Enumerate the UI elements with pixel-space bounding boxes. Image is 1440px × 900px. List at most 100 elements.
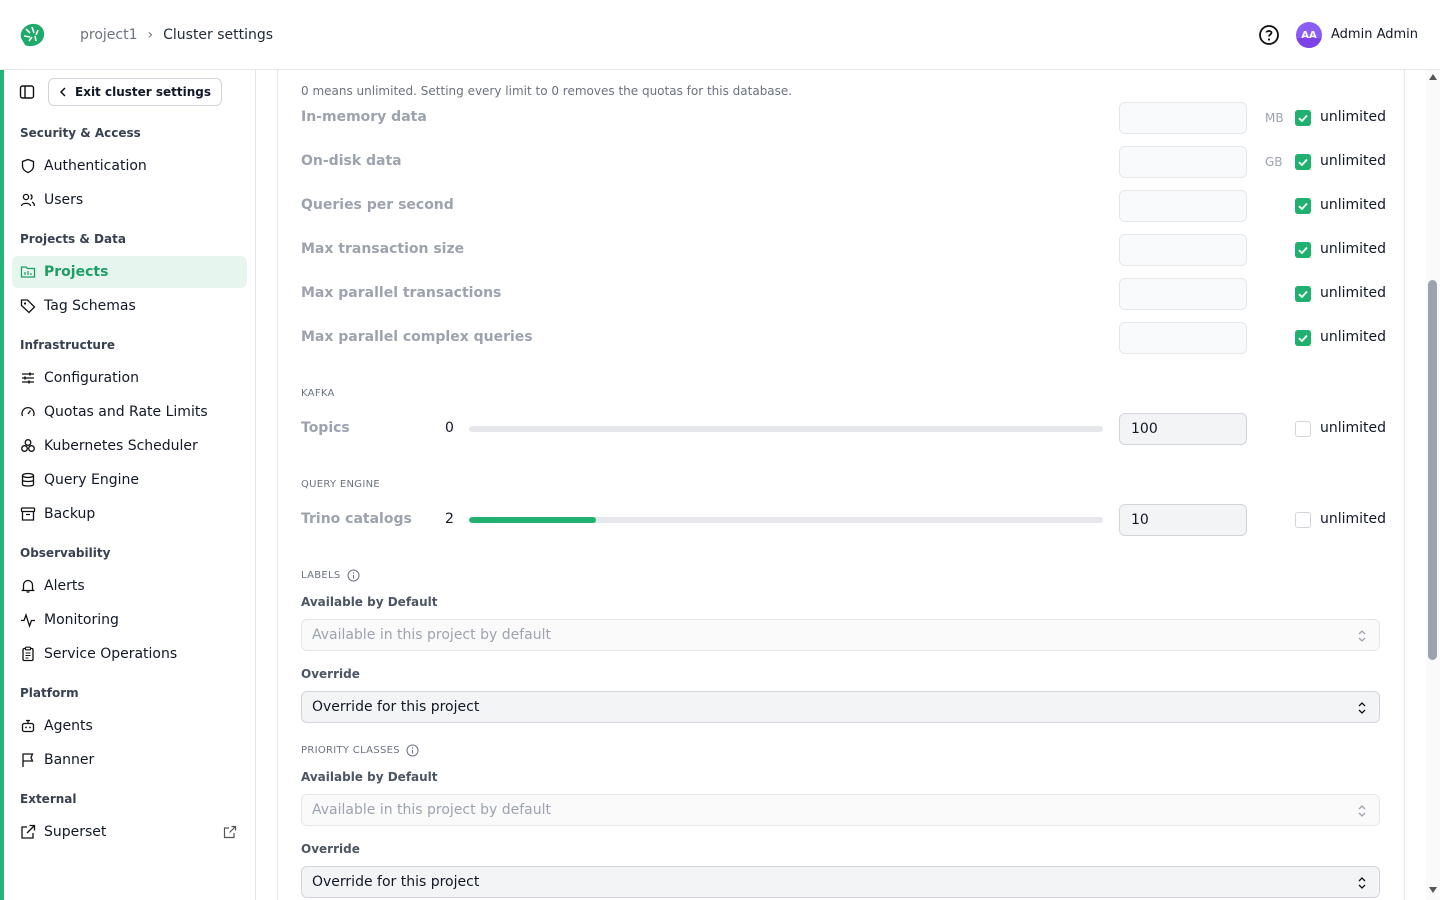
info-icon[interactable] [347, 569, 360, 582]
sidebar-item-label: Backup [44, 506, 96, 522]
labels-default-select[interactable]: Available in this project by default [301, 619, 1380, 651]
max-transaction-size-input[interactable] [1119, 234, 1247, 266]
in-memory-data-input[interactable] [1119, 102, 1247, 134]
unlimited-checkbox[interactable] [1295, 242, 1311, 258]
help-icon[interactable] [1258, 24, 1280, 46]
sidebar-item-authentication[interactable]: Authentication [12, 150, 247, 182]
sidebar-item-label: Agents [44, 718, 93, 734]
priority-default-select[interactable]: Available in this project by default [301, 794, 1380, 826]
unlimited-checkbox[interactable] [1295, 154, 1311, 170]
exit-label: Exit cluster settings [75, 85, 211, 99]
sidebar-item-label: Quotas and Rate Limits [44, 404, 208, 420]
external-link-icon [21, 824, 36, 839]
avatar-initials: AA [1301, 29, 1317, 41]
group-title-security: Security & Access [20, 126, 141, 140]
sidebar-item-kubernetes-scheduler[interactable]: Kubernetes Scheduler [12, 430, 247, 462]
caption-text: LABELS [301, 570, 341, 581]
app-logo-icon[interactable] [17, 20, 47, 50]
sidebar-item-alerts[interactable]: Alerts [12, 570, 247, 602]
quota-label: Max parallel transactions [301, 285, 502, 301]
sidebar-item-configuration[interactable]: Configuration [12, 362, 247, 394]
clipboard-icon [22, 646, 34, 662]
info-icon[interactable] [406, 744, 419, 757]
top-bar: project1 › Cluster settings AA Admin Adm… [0, 0, 1440, 70]
sidebar-item-label: Projects [44, 264, 109, 280]
unlimited-checkbox[interactable] [1295, 198, 1311, 214]
scroll-down-arrow-icon[interactable] [1429, 887, 1437, 893]
queries-per-second-input[interactable] [1119, 190, 1247, 222]
main-content: 0 means unlimited. Setting every limit t… [277, 70, 1405, 900]
topics-usage-bar [469, 426, 1103, 432]
unlimited-checkbox[interactable] [1295, 110, 1311, 126]
breadcrumb-project-link[interactable]: project1 [80, 27, 138, 43]
priority-override-select[interactable]: Override for this project [301, 866, 1380, 898]
quota-label: Queries per second [301, 197, 454, 213]
cubes-icon [21, 439, 35, 452]
max-parallel-complex-queries-input[interactable] [1119, 322, 1247, 354]
labels-override-label: Override [301, 667, 360, 681]
sidebar-item-label: Tag Schemas [44, 298, 136, 314]
sidebar-item-quotas[interactable]: Quotas and Rate Limits [12, 396, 247, 428]
unlimited-checkbox[interactable] [1295, 330, 1311, 346]
unlimited-checkbox[interactable] [1295, 421, 1311, 437]
quota-label: Max parallel complex queries [301, 329, 533, 345]
users-icon [20, 193, 36, 207]
sidebar-item-label: Query Engine [44, 472, 139, 488]
user-name[interactable]: Admin Admin [1331, 27, 1418, 42]
folder-icon [20, 266, 36, 278]
unlimited-checkbox[interactable] [1295, 286, 1311, 302]
scrollbar-thumb[interactable] [1428, 280, 1437, 660]
unit-label: GB [1265, 155, 1283, 169]
select-value: Override for this project [312, 699, 480, 715]
open-external-icon[interactable] [223, 825, 237, 839]
gauge-icon [21, 406, 35, 417]
kafka-section-caption: KAFKA [301, 388, 335, 399]
chevron-updown-icon [1358, 805, 1366, 817]
max-parallel-transactions-input[interactable] [1119, 278, 1247, 310]
labels-section-caption: LABELS [301, 569, 360, 582]
sidebar-toggle-icon[interactable] [19, 84, 35, 100]
labels-override-select[interactable]: Override for this project [301, 691, 1380, 723]
sidebar-item-service-operations[interactable]: Service Operations [12, 638, 247, 670]
sidebar-item-label: Users [44, 192, 84, 208]
unlimited-label: unlimited [1320, 197, 1387, 213]
database-icon [21, 472, 35, 487]
sidebar-item-tag-schemas[interactable]: Tag Schemas [12, 290, 247, 322]
unlimited-checkbox[interactable] [1295, 512, 1311, 528]
unlimited-label: unlimited [1320, 241, 1387, 257]
group-title-external: External [20, 792, 77, 806]
quota-label: On-disk data [301, 153, 402, 169]
caption-text: QUERY ENGINE [301, 479, 381, 490]
trino-catalogs-limit-input[interactable]: 10 [1119, 504, 1247, 536]
activity-icon [21, 612, 35, 628]
topics-used-count: 0 [445, 420, 454, 436]
priority-classes-section-caption: PRIORITY CLASSES [301, 744, 419, 757]
caption-text: PRIORITY CLASSES [301, 745, 400, 756]
sidebar-item-label: Banner [44, 752, 95, 768]
sidebar-item-backup[interactable]: Backup [12, 498, 247, 530]
sidebar-item-label: Configuration [44, 370, 139, 386]
tag-icon [20, 299, 36, 314]
sidebar-item-query-engine[interactable]: Query Engine [12, 464, 247, 496]
unit-label: MB [1265, 111, 1284, 125]
sidebar-item-superset[interactable]: Superset [12, 816, 247, 848]
select-value: Available in this project by default [312, 802, 551, 818]
exit-cluster-settings-button[interactable]: Exit cluster settings [48, 78, 222, 106]
topics-limit-input[interactable]: 100 [1119, 413, 1247, 445]
priority-default-label: Available by Default [301, 770, 438, 784]
sidebar-item-projects[interactable]: Projects [12, 256, 247, 288]
sidebar-item-users[interactable]: Users [12, 184, 247, 216]
avatar[interactable]: AA [1296, 22, 1322, 48]
select-value: Available in this project by default [312, 627, 551, 643]
unlimited-label: unlimited [1320, 420, 1387, 436]
sidebar-item-agents[interactable]: Agents [12, 710, 247, 742]
trino-catalogs-usage-bar [469, 517, 1103, 523]
scroll-up-arrow-icon[interactable] [1429, 74, 1437, 80]
group-title-observability: Observability [20, 546, 111, 560]
sidebar-item-label: Superset [44, 824, 107, 840]
sidebar-item-banner[interactable]: Banner [12, 744, 247, 776]
on-disk-data-input[interactable] [1119, 146, 1247, 178]
bot-icon [21, 719, 35, 733]
sidebar-item-monitoring[interactable]: Monitoring [12, 604, 247, 636]
sidebar-item-label: Kubernetes Scheduler [44, 438, 198, 454]
